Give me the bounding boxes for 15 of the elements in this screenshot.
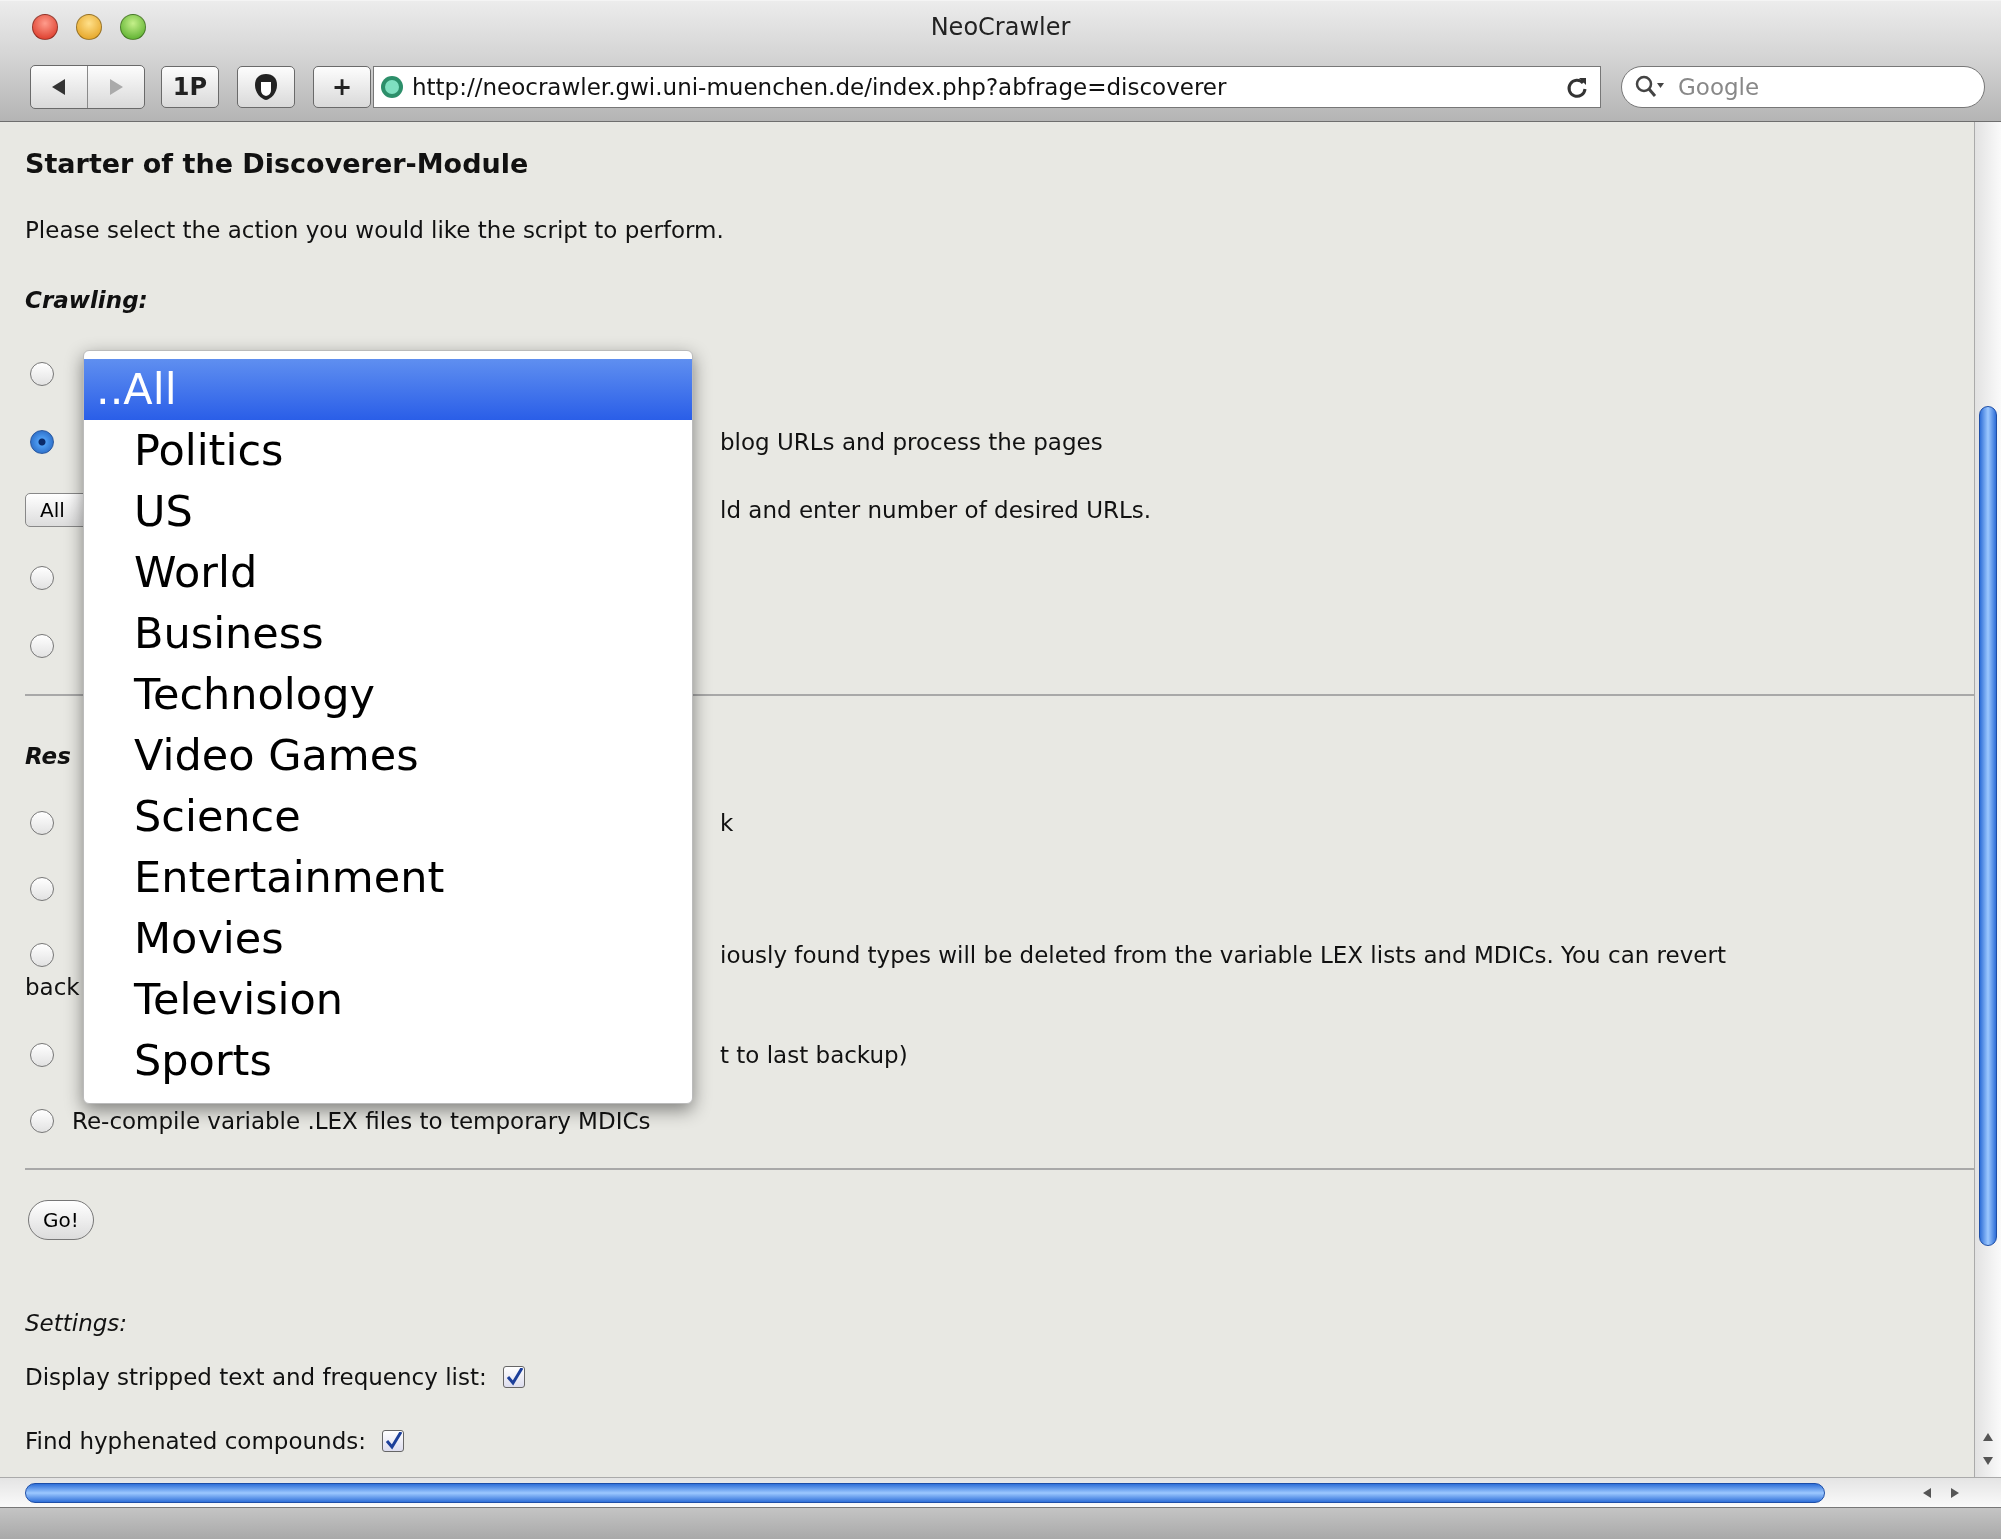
window-title: NeoCrawler <box>930 13 1071 41</box>
section-title: Crawling: <box>25 287 148 313</box>
option-label: ld and enter number of desired URLs. <box>720 497 1152 523</box>
section-title: Res <box>25 743 71 769</box>
settings-title: Settings: <box>25 1310 128 1336</box>
option-label: Re-compile variable .LEX files to temporary MDICs <box>72 1108 651 1134</box>
option-label: k <box>720 810 734 836</box>
page-heading: Starter of the Discoverer-Module <box>25 147 530 181</box>
option-label: back <box>25 974 80 1000</box>
setting-label: Display stripped text and frequency list: <box>25 1364 487 1390</box>
option-label: iously found types will be deleted from the variable LEX lists and MDICs. You can revert <box>720 942 1726 968</box>
option-label: t to last backup) <box>720 1042 908 1068</box>
option-label: blog URLs and process the pages <box>720 429 1103 455</box>
setting-label: Find hyphenated compounds: <box>25 1428 366 1454</box>
intro-text: Please select the action you would like the script to perform. <box>25 216 725 245</box>
